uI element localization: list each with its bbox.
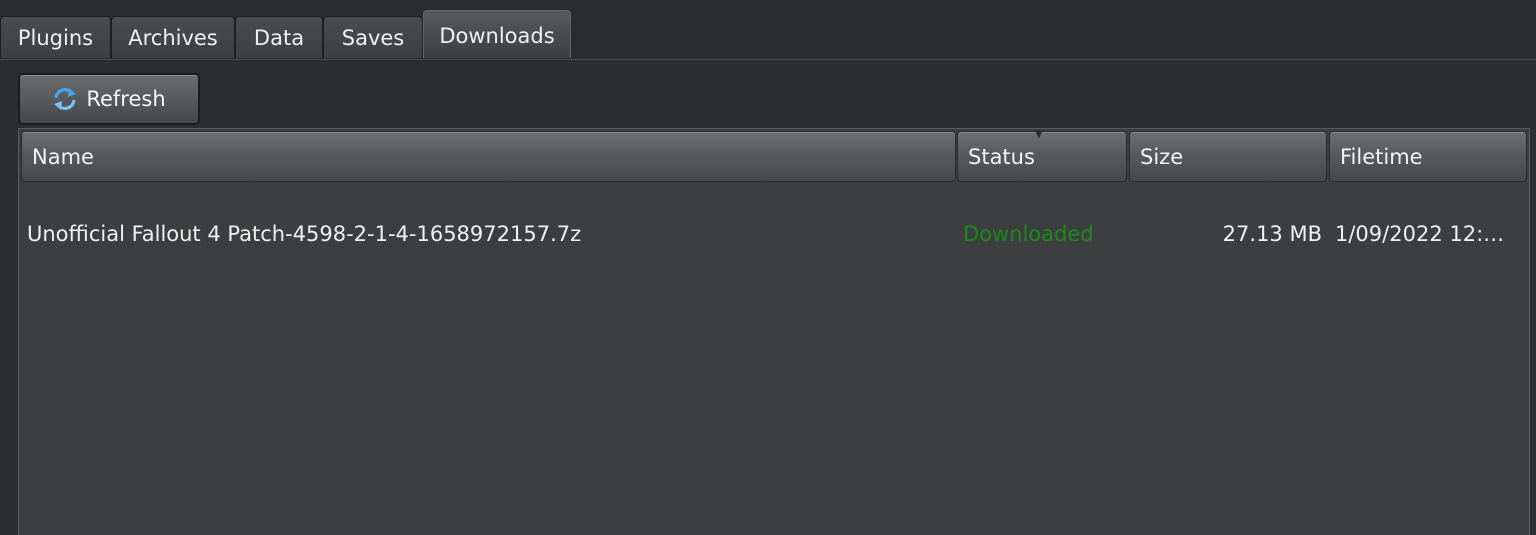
cell-status: Downloaded <box>963 222 1094 246</box>
cell-size: 27.13 MB <box>1222 222 1322 246</box>
tab-downloads[interactable]: Downloads <box>423 10 571 58</box>
tab-archives[interactable]: Archives <box>111 16 235 58</box>
tab-saves[interactable]: Saves <box>323 16 423 58</box>
cell-filetime: 1/09/2022 12:4... <box>1335 222 1515 246</box>
cell-name: Unofficial Fallout 4 Patch-4598-2-1-4-16… <box>27 222 582 246</box>
column-header-status-label: Status <box>968 145 1035 169</box>
column-header-status[interactable]: ▼ Status <box>957 129 1127 182</box>
column-header-size[interactable]: Size <box>1129 131 1327 182</box>
refresh-button[interactable]: Refresh <box>18 73 200 125</box>
column-header-filetime[interactable]: Filetime <box>1329 131 1527 182</box>
refresh-button-label: Refresh <box>86 87 166 111</box>
tab-plugins[interactable]: Plugins <box>0 16 111 58</box>
downloads-panel: Plugins Archives Data Saves Downloads Re… <box>0 0 1536 535</box>
downloads-table: Name ▼ Status Size Filetime Unofficial F… <box>18 128 1530 535</box>
refresh-icon <box>52 86 78 112</box>
sort-indicator-icon: ▼ <box>1035 129 1043 140</box>
tab-data[interactable]: Data <box>235 16 323 58</box>
tab-bar: Plugins Archives Data Saves Downloads <box>0 0 1536 60</box>
column-header-name[interactable]: Name <box>21 131 956 182</box>
